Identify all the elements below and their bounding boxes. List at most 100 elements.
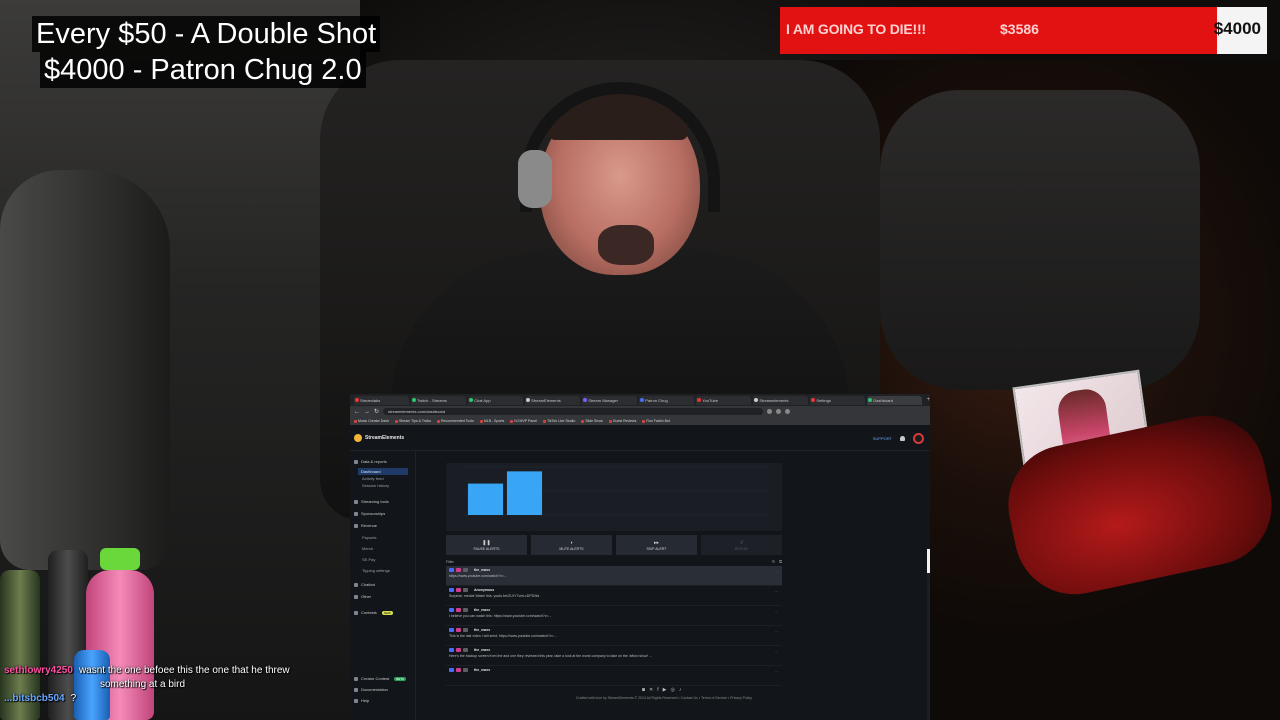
- alert-button-label: PAUSE ALERTS: [473, 546, 500, 551]
- profile-avatar[interactable]: [913, 433, 924, 444]
- youtube-icon[interactable]: ▶: [663, 687, 667, 693]
- alert-button-replay[interactable]: ↺ REPLAY: [701, 535, 782, 555]
- sidebar-item-label: Payouts: [362, 535, 377, 540]
- scrollbar[interactable]: [927, 549, 930, 720]
- chat-message: ...bitsbcb504?: [4, 692, 334, 706]
- sidebar-item[interactable]: Activity feed: [362, 476, 384, 481]
- sidebar-item[interactable]: Revenue: [354, 523, 377, 528]
- new-tab-icon[interactable]: +: [926, 397, 930, 403]
- browser-tab[interactable]: StreamElements: [525, 395, 581, 405]
- bookmark-item[interactable]: TikTok Live Studio: [543, 419, 575, 423]
- sidebar-item[interactable]: Help: [354, 698, 369, 703]
- type-badge: [456, 648, 461, 652]
- sidebar-item[interactable]: Contests NEW: [354, 610, 393, 615]
- type-badge: [456, 608, 461, 612]
- browser-window: Streamlabs Twitch - Streams Chat App Stream…: [350, 394, 930, 720]
- alert-button-skip[interactable]: ▸▸ SKIP ALERT: [616, 535, 697, 555]
- nav-icon: [354, 511, 358, 516]
- chart-bar[interactable]: [467, 483, 504, 515]
- browser-tab[interactable]: YouTube: [696, 395, 752, 405]
- sidebar-item-label: Documentation: [361, 687, 388, 692]
- browser-tab[interactable]: Chat App: [468, 395, 524, 405]
- instagram-icon[interactable]: ◎: [670, 687, 674, 693]
- more-options-icon[interactable]: ⋯: [775, 609, 778, 613]
- more-options-icon[interactable]: ⋯: [775, 649, 778, 653]
- bell-icon[interactable]: [900, 436, 905, 441]
- bookmark-item[interactable]: Recommended Tools: [437, 419, 474, 423]
- goal-target-amount: $4000: [1213, 19, 1261, 38]
- bookmark-item[interactable]: Music Creator Dash: [354, 419, 389, 423]
- bookmark-item[interactable]: Slide Show: [581, 419, 603, 423]
- browser-tab[interactable]: Dashboard: [867, 395, 923, 405]
- sidebar-item[interactable]: Documentation: [354, 687, 388, 692]
- url-field[interactable]: streamelements.com/dashboard: [383, 408, 764, 415]
- bookmark-item[interactable]: NJ MVP Panel: [510, 419, 537, 423]
- nav-icon: [354, 523, 358, 528]
- chat-text: something at a bird: [100, 679, 186, 690]
- sidebar-item[interactable]: SE.Pay: [362, 557, 375, 562]
- feed-item-header: the_maxx: [449, 568, 779, 572]
- feed-item[interactable]: Anonymous Surprise, media! Watch this: yo…: [446, 586, 782, 606]
- sidebar-item[interactable]: Dashboard: [358, 468, 408, 475]
- more-options-icon[interactable]: ⋯: [775, 669, 778, 673]
- sidebar-item[interactable]: Chatbot: [354, 582, 375, 587]
- platform-badge: [449, 628, 454, 632]
- feed-item[interactable]: the_maxx I believe you can watch this: ht…: [446, 606, 782, 626]
- feed-item[interactable]: the_maxx https://www.youtube.com/watch?v=…: [446, 566, 782, 586]
- browser-tab[interactable]: Settings: [810, 395, 866, 405]
- sidebar-item[interactable]: Tipping settings: [362, 568, 390, 573]
- extension-icon[interactable]: [767, 409, 773, 414]
- pause-icon: ❚❚: [482, 539, 491, 546]
- chart-bar[interactable]: [506, 471, 543, 515]
- dashboard-main: ❚❚ PAUSE ALERTS ◖ MUTE ALERTS ▸▸ SKIP ALERT ↺ R…: [416, 451, 930, 720]
- sidebar-item[interactable]: Payouts: [362, 535, 376, 540]
- alert-button-mute[interactable]: ◖ MUTE ALERTS: [531, 535, 612, 555]
- sidebar-item[interactable]: Sponsorships: [354, 511, 385, 516]
- alert-button-label: MUTE ALERTS: [559, 546, 584, 551]
- tiktok-icon[interactable]: ♪: [679, 687, 682, 693]
- sidebar-item[interactable]: Session history: [362, 483, 389, 488]
- back-icon[interactable]: ←: [354, 409, 360, 415]
- bookmark-item[interactable]: Guest Reviews: [608, 419, 636, 423]
- reload-icon[interactable]: ↻: [374, 408, 379, 415]
- popout-icon[interactable]: ⧉: [779, 559, 782, 564]
- bookmark-item[interactable]: MLB - Sports: [479, 419, 504, 423]
- streamelements-logo-icon: [354, 433, 362, 442]
- sidebar-item-label: Streaming tools: [361, 499, 389, 504]
- feed-item[interactable]: the_maxx This is the last video I will se…: [446, 626, 782, 646]
- browser-tab[interactable]: Streamelements: [753, 395, 809, 405]
- forward-icon[interactable]: →: [364, 409, 370, 415]
- browser-tab[interactable]: Stream Manager: [582, 395, 638, 405]
- browser-tab[interactable]: Twitch - Streams: [411, 395, 467, 405]
- feed-item[interactable]: the_maxx Here's the backup screen from th…: [446, 646, 782, 666]
- sidebar-item[interactable]: Streaming tools: [354, 499, 389, 504]
- brand-logo[interactable]: StreamElements: [354, 433, 404, 442]
- nav-icon: [354, 610, 358, 615]
- sidebar-item[interactable]: Creator Contest BETA: [354, 676, 406, 681]
- x-icon[interactable]: ✕: [649, 687, 653, 693]
- sidebar-item[interactable]: Data & reports: [354, 459, 387, 464]
- extension-icon[interactable]: [785, 409, 791, 414]
- extension-icon[interactable]: [776, 409, 782, 414]
- scrollbar-thumb[interactable]: [927, 549, 930, 573]
- chat-username: ...bitsbcb504: [4, 693, 65, 704]
- alert-button-pause[interactable]: ❚❚ PAUSE ALERTS: [446, 535, 527, 555]
- feed-item[interactable]: the_maxx ⋯: [446, 666, 782, 686]
- discord-icon[interactable]: ◙: [642, 687, 645, 693]
- sidebar-item[interactable]: Other: [354, 594, 371, 599]
- bookmark-item[interactable]: Stream Tips & Tricks: [394, 419, 431, 423]
- settings-icon[interactable]: ⚙: [772, 559, 776, 564]
- nav-icon: [354, 698, 358, 703]
- more-options-icon[interactable]: ⋯: [775, 569, 778, 573]
- browser-tab[interactable]: Patron Chug: [639, 395, 695, 405]
- type-badge: [456, 588, 461, 592]
- bookmark-item[interactable]: Run Twitch Bot: [642, 419, 670, 423]
- browser-tab[interactable]: Streamlabs: [354, 395, 410, 405]
- filter-dropdown[interactable]: Filter: [446, 560, 454, 564]
- facebook-icon[interactable]: f: [657, 687, 658, 693]
- chat-overlay: sethlowry4250 wasnt the one befoee this t…: [4, 664, 334, 706]
- more-options-icon[interactable]: ⋯: [775, 629, 778, 633]
- sidebar-item[interactable]: Merch: [362, 546, 373, 551]
- more-options-icon[interactable]: ⋯: [775, 589, 778, 593]
- support-link[interactable]: SUPPORT: [873, 436, 892, 441]
